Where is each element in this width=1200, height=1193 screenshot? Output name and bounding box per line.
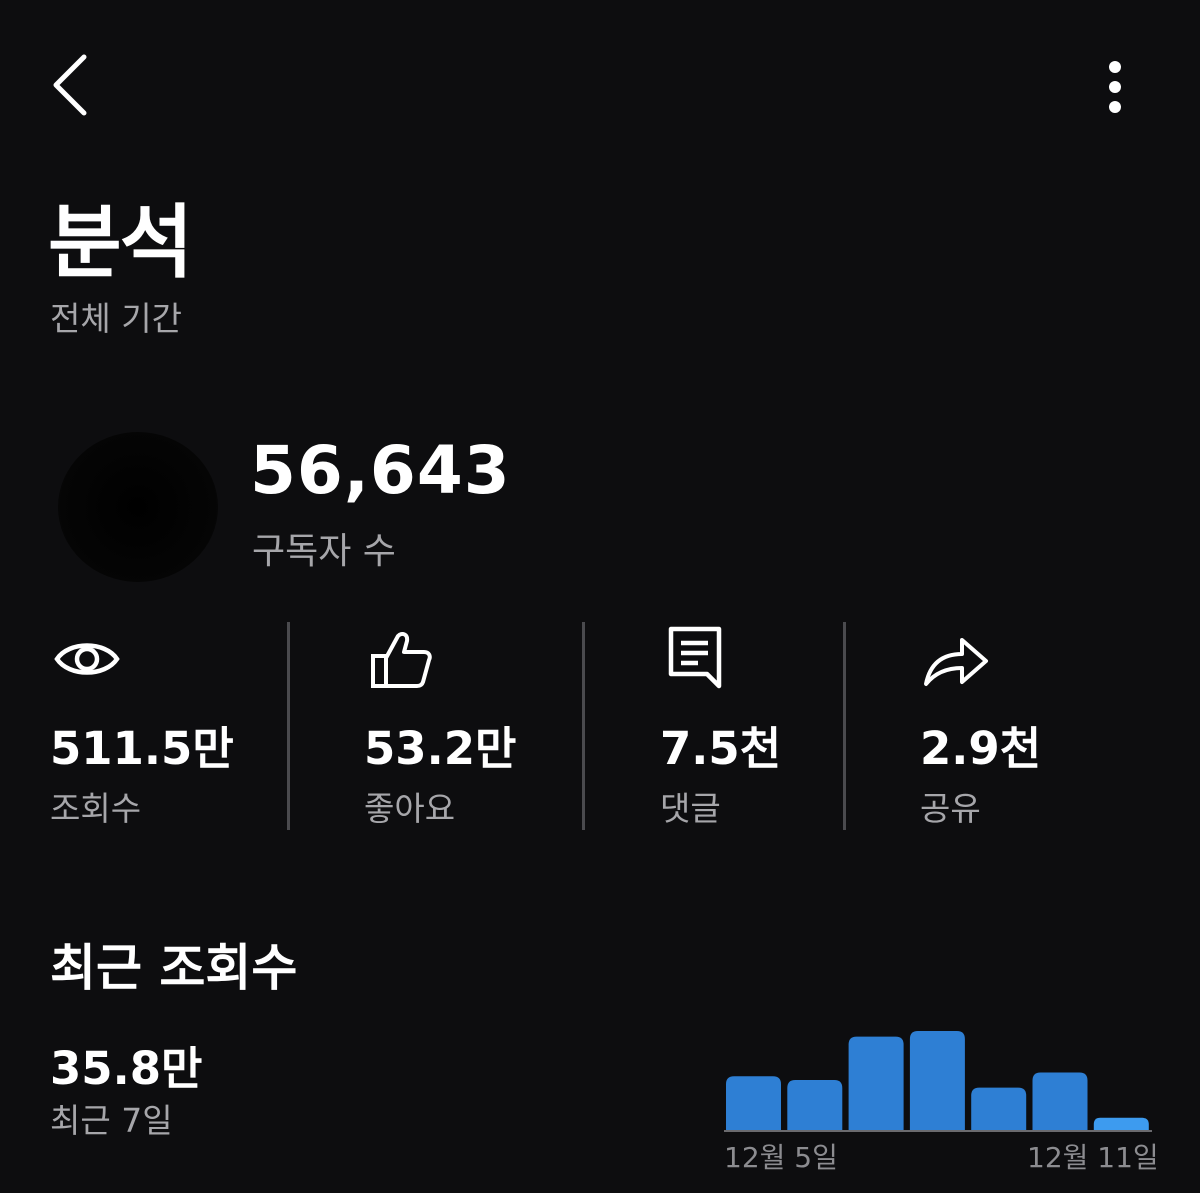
- chart-bar[interactable]: [1032, 1072, 1088, 1131]
- views-label: 조회수: [50, 789, 142, 828]
- shares-value: 2.9천: [920, 722, 1042, 775]
- subscriber-count: 56,643: [250, 432, 511, 509]
- comments-value: 7.5천: [660, 722, 782, 775]
- likes-label: 좋아요: [364, 789, 456, 828]
- comment-icon: [668, 626, 722, 689]
- shares-label: 공유: [920, 789, 981, 828]
- recent-views-chart[interactable]: 12월 5일 12월 11일: [720, 1020, 1160, 1180]
- channel-avatar: [58, 432, 218, 582]
- stat-divider: [843, 622, 846, 830]
- share-icon: [924, 638, 988, 686]
- x-tick-label: 12월 5일: [724, 1141, 838, 1174]
- stat-divider: [287, 622, 290, 830]
- comments-label: 댓글: [660, 789, 721, 828]
- chart-bar[interactable]: [909, 1031, 965, 1131]
- back-button[interactable]: [40, 45, 110, 125]
- chart-bar[interactable]: [726, 1076, 781, 1131]
- recent-views-title: 최근 조회수: [50, 939, 298, 997]
- likes-value: 53.2만: [364, 722, 517, 775]
- recent-period-label: 최근 7일: [50, 1101, 173, 1140]
- vertical-dots-icon: [1109, 61, 1121, 113]
- chevron-left-icon: [53, 54, 87, 116]
- chart-bar[interactable]: [1093, 1117, 1149, 1131]
- eye-icon: [54, 643, 120, 675]
- more-options-button[interactable]: [1090, 50, 1140, 125]
- subscriber-label: 구독자 수: [252, 531, 396, 572]
- x-tick-label: 12월 11일: [1027, 1141, 1159, 1174]
- thumbs-up-icon: [371, 631, 432, 688]
- views-value: 511.5만: [50, 722, 234, 775]
- period-label[interactable]: 전체 기간: [50, 292, 182, 340]
- chart-bar[interactable]: [848, 1036, 904, 1131]
- stat-divider: [582, 622, 585, 830]
- chart-bar[interactable]: [787, 1080, 843, 1131]
- recent-views-value: 35.8만: [50, 1042, 203, 1095]
- chart-bar[interactable]: [971, 1087, 1027, 1131]
- page-title: 분석: [48, 196, 193, 289]
